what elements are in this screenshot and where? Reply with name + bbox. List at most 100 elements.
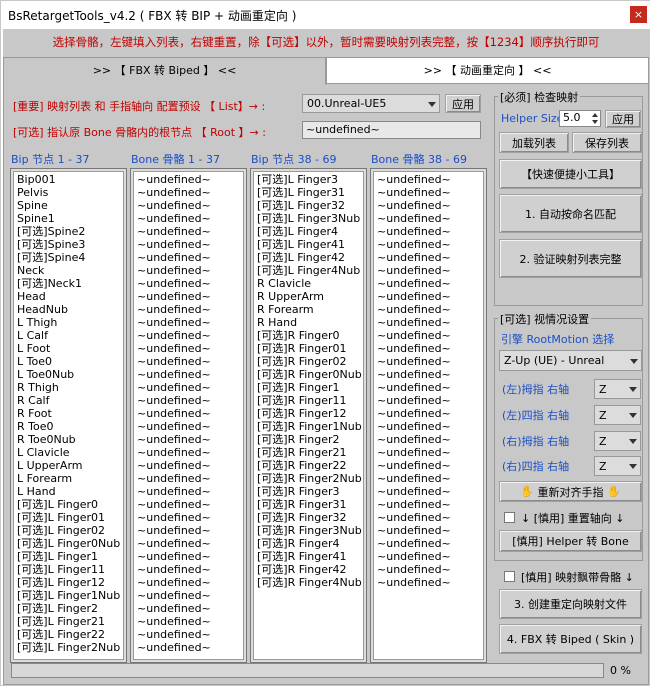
- bone-list-item[interactable]: ~undefined~: [137, 186, 211, 199]
- bip-list-item[interactable]: [可选]L Finger01: [17, 511, 105, 524]
- bip-list-item[interactable]: [可选]R Finger3: [257, 485, 340, 498]
- bone-list-item[interactable]: ~undefined~: [377, 225, 451, 238]
- bip-list-item[interactable]: [可选]R Finger01: [257, 342, 347, 355]
- bone-list-item[interactable]: ~undefined~: [137, 550, 211, 563]
- bip-list-item[interactable]: [可选]Spine2: [17, 225, 85, 238]
- bone-list-item[interactable]: ~undefined~: [137, 394, 211, 407]
- preset-dropdown[interactable]: 00.Unreal-UE5: [302, 94, 440, 113]
- axis-dropdown-left-thumb[interactable]: Z: [594, 379, 641, 399]
- fbx-to-biped-button[interactable]: 4. FBX 转 Biped ( Skin ): [499, 624, 642, 654]
- quick-tools-button[interactable]: 【快速便捷小工具】: [499, 159, 642, 189]
- bone-list-item[interactable]: ~undefined~: [377, 537, 451, 550]
- bip-list-item[interactable]: [可选]L Finger2Nub: [17, 641, 120, 654]
- bip-list-item[interactable]: L Foot: [17, 342, 50, 355]
- bip-list-item[interactable]: [可选]L Finger22: [17, 628, 105, 641]
- bip-list-item[interactable]: Bip001: [17, 173, 56, 186]
- bip-list-item[interactable]: L Forearm: [17, 472, 72, 485]
- bone-list-item[interactable]: ~undefined~: [137, 355, 211, 368]
- bip-list-item[interactable]: [可选]L Finger31: [257, 186, 345, 199]
- bip-list-item[interactable]: L Toe0: [17, 355, 52, 368]
- bip-list-item[interactable]: [可选]Spine3: [17, 238, 85, 251]
- bip-list-1[interactable]: Bip001 Pelvis Spine Spine1 [可选]Spine2 [可选]Spi…: [10, 168, 127, 663]
- reset-axis-checkbox[interactable]: [504, 512, 515, 523]
- bip-list-item[interactable]: [可选]R Finger2: [257, 433, 340, 446]
- bone-list-item[interactable]: ~undefined~: [377, 446, 451, 459]
- bone-list-item[interactable]: ~undefined~: [137, 251, 211, 264]
- bip-list-item[interactable]: R Hand: [257, 316, 297, 329]
- bone-list-item[interactable]: ~undefined~: [137, 628, 211, 641]
- bone-list-item[interactable]: ~undefined~: [377, 498, 451, 511]
- bip-list-item[interactable]: [可选]L Finger1Nub: [17, 589, 120, 602]
- bone-list-1[interactable]: ~undefined~ ~undefined~ ~undefined~ ~undefi…: [130, 168, 247, 663]
- bone-list-item[interactable]: ~undefined~: [137, 329, 211, 342]
- bone-list-item[interactable]: ~undefined~: [377, 186, 451, 199]
- bone-list-item[interactable]: ~undefined~: [137, 342, 211, 355]
- bone-list-item[interactable]: ~undefined~: [377, 264, 451, 277]
- preset-apply-button[interactable]: 应用: [445, 94, 481, 113]
- bip-list-item[interactable]: [可选]R Finger0Nub: [257, 368, 362, 381]
- realign-fingers-button[interactable]: ✋ 重新对齐手指 ✋: [499, 481, 642, 502]
- bip-list-item[interactable]: L Thigh: [17, 316, 57, 329]
- bone-list-item[interactable]: ~undefined~: [377, 459, 451, 472]
- bip-list-item[interactable]: [可选]R Finger3Nub: [257, 524, 362, 537]
- bip-list-item[interactable]: [可选]L Finger4Nub: [257, 264, 360, 277]
- bone-list-item[interactable]: ~undefined~: [377, 342, 451, 355]
- title-bar[interactable]: BsRetargetTools_v4.2 ( FBX 转 BIP + 动画重定向…: [1, 1, 650, 29]
- close-button[interactable]: ×: [630, 6, 647, 23]
- bone-list-item[interactable]: ~undefined~: [377, 368, 451, 381]
- bone-list-item[interactable]: ~undefined~: [377, 277, 451, 290]
- bip-list-item[interactable]: [可选]L Finger1: [17, 550, 98, 563]
- bip-list-item[interactable]: R UpperArm: [257, 290, 324, 303]
- bone-list-item[interactable]: ~undefined~: [137, 407, 211, 420]
- bip-list-item[interactable]: Neck: [17, 264, 44, 277]
- bip-list-item[interactable]: [可选]R Finger41: [257, 550, 347, 563]
- bip-list-item[interactable]: [可选]R Finger42: [257, 563, 347, 576]
- bone-list-item[interactable]: ~undefined~: [137, 615, 211, 628]
- bone-list-item[interactable]: ~undefined~: [377, 485, 451, 498]
- bip-list-item[interactable]: [可选]Neck1: [17, 277, 82, 290]
- bip-list-item[interactable]: L UpperArm: [17, 459, 83, 472]
- bone-list-item[interactable]: ~undefined~: [377, 251, 451, 264]
- bone-list-item[interactable]: ~undefined~: [137, 472, 211, 485]
- bip-list-item[interactable]: [可选]R Finger11: [257, 394, 347, 407]
- bip-list-item[interactable]: L Clavicle: [17, 446, 70, 459]
- bip-list-item[interactable]: L Toe0Nub: [17, 368, 74, 381]
- bone-list-item[interactable]: ~undefined~: [377, 199, 451, 212]
- bone-list-item[interactable]: ~undefined~: [137, 563, 211, 576]
- bip-list-item[interactable]: [可选]L Finger12: [17, 576, 105, 589]
- bip-list-item[interactable]: R Calf: [17, 394, 50, 407]
- bip-list-item[interactable]: R Forearm: [257, 303, 314, 316]
- bone-list-item[interactable]: ~undefined~: [137, 303, 211, 316]
- spin-up-icon[interactable]: [592, 113, 598, 117]
- bone-list-item[interactable]: ~undefined~: [137, 225, 211, 238]
- create-retarget-file-button[interactable]: 3. 创建重定向映射文件: [499, 589, 642, 619]
- bip-list-item[interactable]: [可选]Spine4: [17, 251, 85, 264]
- save-list-button[interactable]: 保存列表: [572, 132, 642, 153]
- bone-list-item[interactable]: ~undefined~: [137, 420, 211, 433]
- bone-list-item[interactable]: ~undefined~: [137, 381, 211, 394]
- bone-list-item[interactable]: ~undefined~: [377, 381, 451, 394]
- bip-list-item[interactable]: [可选]L Finger3: [257, 173, 338, 186]
- bone-list-item[interactable]: ~undefined~: [377, 420, 451, 433]
- bone-list-item[interactable]: ~undefined~: [377, 472, 451, 485]
- bip-list-2[interactable]: [可选]L Finger3 [可选]L Finger31 [可选]L Finger3…: [250, 168, 367, 663]
- bip-list-item[interactable]: Spine1: [17, 212, 55, 225]
- bone-list-item[interactable]: ~undefined~: [377, 290, 451, 303]
- bone-list-item[interactable]: ~undefined~: [137, 264, 211, 277]
- bip-list-item[interactable]: R Toe0Nub: [17, 433, 76, 446]
- bone-list-item[interactable]: ~undefined~: [137, 498, 211, 511]
- helper-apply-button[interactable]: 应用: [605, 110, 641, 128]
- bone-list-item[interactable]: ~undefined~: [377, 550, 451, 563]
- bone-list-item[interactable]: ~undefined~: [377, 563, 451, 576]
- bip-list-item[interactable]: [可选]R Finger2Nub: [257, 472, 362, 485]
- bone-list-item[interactable]: ~undefined~: [137, 433, 211, 446]
- bone-list-item[interactable]: ~undefined~: [137, 524, 211, 537]
- bone-list-item[interactable]: ~undefined~: [377, 212, 451, 225]
- bip-list-item[interactable]: [可选]R Finger21: [257, 446, 347, 459]
- bip-list-item[interactable]: [可选]R Finger1Nub: [257, 420, 362, 433]
- bip-list-item[interactable]: [可选]R Finger0: [257, 329, 340, 342]
- helper-size-spinner[interactable]: 5.0: [559, 110, 601, 127]
- bip-list-item[interactable]: Head: [17, 290, 46, 303]
- bip-list-item[interactable]: R Toe0: [17, 420, 54, 433]
- bip-list-item[interactable]: [可选]R Finger4Nub: [257, 576, 362, 589]
